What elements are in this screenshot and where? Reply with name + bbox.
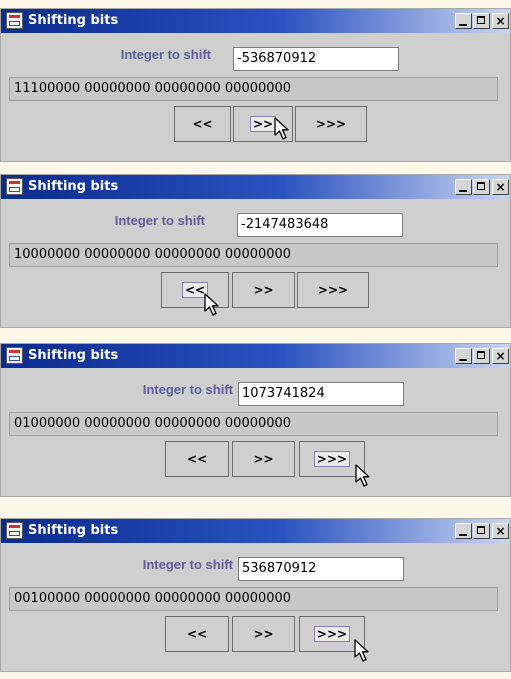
unsigned-right-shift-label: >>> [313,451,351,467]
title-bar[interactable]: Shifting bits × [1,9,510,33]
integer-label: Integer to shift [142,557,233,572]
close-button[interactable]: × [492,348,509,364]
java-cup-icon[interactable] [6,347,23,364]
title-bar[interactable]: Shifting bits × [1,175,510,199]
close-button[interactable]: × [492,179,509,195]
arrow-cursor-icon [274,117,289,140]
java-cup-icon[interactable] [6,178,23,195]
shifting-bits-window: Shifting bits × Integer to shift 1073741… [0,343,511,497]
integer-label: Integer to shift [114,213,205,228]
window-title: Shifting bits [28,13,119,28]
signed-right-shift-label: >> [253,452,274,466]
left-shift-label: << [186,452,208,466]
shifting-bits-window: Shifting bits × Integer to shift -214748… [0,174,511,328]
left-shift-button[interactable]: << [165,441,229,477]
binary-output: 11100000 00000000 00000000 00000000 [9,77,498,101]
signed-right-shift-label: >> [253,627,274,641]
left-shift-button[interactable]: << [165,616,229,652]
signed-right-shift-button[interactable]: >> [232,616,295,652]
shifting-bits-window: Shifting bits × Integer to shift -536870… [0,8,511,162]
arrow-cursor-icon [355,464,370,487]
java-cup-icon[interactable] [6,12,23,29]
shifting-bits-window: Shifting bits × Integer to shift 5368709… [0,518,511,672]
left-shift-label: << [192,117,213,131]
title-bar[interactable]: Shifting bits × [1,344,510,368]
arrow-cursor-icon [354,639,369,662]
integer-input[interactable]: 536870912 [238,557,404,581]
maximize-button[interactable] [473,348,490,364]
unsigned-right-shift-button[interactable]: >>> [297,272,369,308]
binary-output: 01000000 00000000 00000000 00000000 [9,412,498,436]
maximize-button[interactable] [473,523,490,539]
minimize-button[interactable] [455,348,472,364]
signed-right-shift-label: >> [253,283,274,297]
binary-output: 00100000 00000000 00000000 00000000 [9,587,498,611]
unsigned-right-shift-label: >>> [315,117,347,131]
signed-right-shift-button[interactable]: >> [232,272,295,308]
title-bar[interactable]: Shifting bits × [1,519,510,543]
arrow-cursor-icon [204,293,219,316]
window-title: Shifting bits [28,523,119,538]
maximize-button[interactable] [473,13,490,29]
left-shift-button[interactable]: << [174,106,231,142]
signed-right-shift-label: >> [249,116,277,132]
integer-input[interactable]: -2147483648 [237,213,403,237]
window-title: Shifting bits [28,348,119,363]
close-button[interactable]: × [492,13,509,29]
left-shift-label: << [186,627,208,641]
java-cup-icon[interactable] [6,522,23,539]
integer-input[interactable]: -536870912 [233,47,399,71]
integer-input[interactable]: 1073741824 [238,382,404,406]
unsigned-right-shift-button[interactable]: >>> [295,106,367,142]
maximize-button[interactable] [473,179,490,195]
binary-output: 10000000 00000000 00000000 00000000 [9,243,498,267]
integer-label: Integer to shift [142,382,233,397]
minimize-button[interactable] [455,13,472,29]
window-title: Shifting bits [28,179,119,194]
unsigned-right-shift-label: >>> [317,283,349,297]
unsigned-right-shift-label: >>> [313,626,351,642]
minimize-button[interactable] [455,179,472,195]
signed-right-shift-button[interactable]: >> [232,441,295,477]
integer-label: Integer to shift [120,47,211,62]
close-button[interactable]: × [492,523,509,539]
minimize-button[interactable] [455,523,472,539]
